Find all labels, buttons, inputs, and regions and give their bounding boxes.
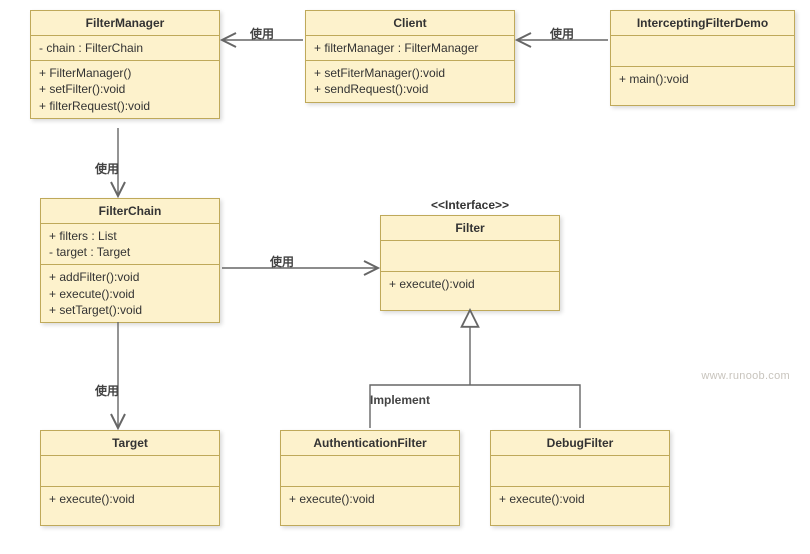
class-filtermanager-ops: + FilterManager() + setFilter():void + f… <box>31 60 219 118</box>
interface-stereotype: <<Interface>> <box>380 198 560 212</box>
class-op: + addFilter():void <box>49 269 211 285</box>
class-target-attrs <box>41 455 219 486</box>
class-client-title: Client <box>306 11 514 35</box>
class-auth-title: AuthenticationFilter <box>281 431 459 455</box>
class-client-attrs: + filterManager : FilterManager <box>306 35 514 60</box>
class-op: + setFiterManager():void <box>314 65 506 81</box>
class-op: + execute():void <box>499 491 661 507</box>
class-filterchain: FilterChain + filters : List - target : … <box>40 198 220 323</box>
label-filterchain-filter: 使用 <box>270 253 294 270</box>
label-implement: Implement <box>370 393 430 407</box>
class-op: + execute():void <box>49 491 211 507</box>
class-auth-ops: + execute():void <box>281 486 459 525</box>
class-debug-ops: + execute():void <box>491 486 669 525</box>
class-target: Target + execute():void <box>40 430 220 526</box>
class-filterchain-attrs: + filters : List - target : Target <box>41 223 219 264</box>
class-debug-title: DebugFilter <box>491 431 669 455</box>
class-op: + execute():void <box>289 491 451 507</box>
class-filterchain-title: FilterChain <box>41 199 219 223</box>
class-debugfilter: DebugFilter + execute():void <box>490 430 670 526</box>
class-demo-title: InterceptingFilterDemo <box>611 11 794 35</box>
class-op: + FilterManager() <box>39 65 211 81</box>
class-filter-ops: + execute():void <box>381 271 559 310</box>
class-auth-attrs <box>281 455 459 486</box>
class-op: + sendRequest():void <box>314 81 506 97</box>
class-attr: - target : Target <box>49 244 211 260</box>
class-filter: Filter + execute():void <box>380 215 560 311</box>
class-op: + filterRequest():void <box>39 98 211 114</box>
class-op: + setTarget():void <box>49 302 211 318</box>
class-filter-title: Filter <box>381 216 559 240</box>
label-filtermanager-filterchain: 使用 <box>95 160 119 177</box>
class-demo-attrs <box>611 35 794 66</box>
edge-implement-debug <box>470 385 580 428</box>
label-filterchain-target: 使用 <box>95 382 119 399</box>
class-op: + execute():void <box>49 286 211 302</box>
class-filtermanager-title: FilterManager <box>31 11 219 35</box>
class-filtermanager: FilterManager - chain : FilterChain + Fi… <box>30 10 220 119</box>
class-attr: + filterManager : FilterManager <box>314 40 506 56</box>
class-interceptingfilterdemo: InterceptingFilterDemo + main():void <box>610 10 795 106</box>
label-client-filtermanager: 使用 <box>250 25 274 42</box>
class-op: + main():void <box>619 71 786 87</box>
class-client-ops: + setFiterManager():void + sendRequest()… <box>306 60 514 101</box>
class-authenticationfilter: AuthenticationFilter + execute():void <box>280 430 460 526</box>
class-target-ops: + execute():void <box>41 486 219 525</box>
class-filter-attrs <box>381 240 559 271</box>
class-op: + setFilter():void <box>39 81 211 97</box>
class-filtermanager-attrs: - chain : FilterChain <box>31 35 219 60</box>
watermark: www.runoob.com <box>701 370 790 382</box>
class-demo-ops: + main():void <box>611 66 794 105</box>
class-target-title: Target <box>41 431 219 455</box>
class-attr: + filters : List <box>49 228 211 244</box>
label-demo-client: 使用 <box>550 25 574 42</box>
class-attr: - chain : FilterChain <box>39 40 211 56</box>
class-op: + execute():void <box>389 276 551 292</box>
class-filterchain-ops: + addFilter():void + execute():void + se… <box>41 264 219 322</box>
class-debug-attrs <box>491 455 669 486</box>
class-client: Client + filterManager : FilterManager +… <box>305 10 515 103</box>
